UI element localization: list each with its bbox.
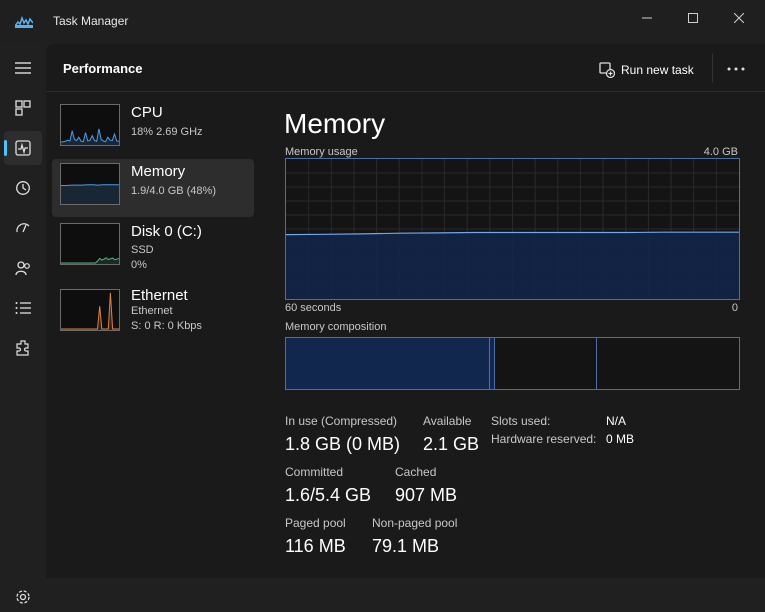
settings-gear-icon xyxy=(15,589,31,605)
header-divider xyxy=(712,54,713,82)
composition-segment-in-use[interactable] xyxy=(286,338,490,389)
run-new-task-label: Run new task xyxy=(621,63,694,77)
details-icon xyxy=(15,301,31,315)
composition-segment-free[interactable] xyxy=(597,338,739,389)
hamburger-menu-icon xyxy=(15,61,31,75)
nav-users[interactable] xyxy=(4,251,42,285)
composition-segment-standby[interactable] xyxy=(496,338,598,389)
memory-usage-plot xyxy=(286,159,739,299)
task-manager-icon xyxy=(15,14,33,28)
window-title: Task Manager xyxy=(53,14,128,28)
available-value: 2.1 GB xyxy=(423,434,479,455)
nav-performance[interactable] xyxy=(4,131,42,165)
nav-menu-button[interactable] xyxy=(4,51,42,85)
processes-icon xyxy=(15,100,31,116)
committed-label: Committed xyxy=(285,465,343,479)
memory-usage-label: Memory usage xyxy=(285,146,358,158)
in-use-label: In use (Compressed) xyxy=(285,414,397,428)
time-range-right: 0 xyxy=(732,302,738,314)
minimize-icon xyxy=(642,13,652,23)
nav-app-history[interactable] xyxy=(4,171,42,205)
device-detail: 18% 2.69 GHz xyxy=(131,126,203,138)
close-button[interactable] xyxy=(716,4,762,32)
slots-used-value: N/A xyxy=(606,414,626,428)
services-icon xyxy=(15,340,31,356)
device-list: CPU 18% 2.69 GHz Memory 1.9/4.0 GB (48%)… xyxy=(46,92,260,578)
non-paged-pool-value: 79.1 MB xyxy=(372,536,439,557)
minimize-button[interactable] xyxy=(624,4,670,32)
slots-used-label: Slots used: xyxy=(491,414,550,428)
device-cpu[interactable]: CPU 18% 2.69 GHz xyxy=(52,100,254,158)
page-header: Performance Run new task xyxy=(46,44,765,92)
thumbnail-line xyxy=(61,129,119,142)
memory-title: Memory xyxy=(284,108,385,140)
app-history-icon xyxy=(15,180,31,196)
users-icon xyxy=(15,260,31,276)
title-bar: Task Manager xyxy=(0,0,765,44)
memory-usage-max: 4.0 GB xyxy=(704,146,738,158)
time-range-left: 60 seconds xyxy=(285,302,341,314)
startup-apps-icon xyxy=(15,220,31,236)
nav-startup-apps[interactable] xyxy=(4,211,42,245)
nav-details[interactable] xyxy=(4,291,42,325)
performance-icon xyxy=(15,140,31,156)
device-name: CPU xyxy=(131,104,163,121)
memory-composition-bar xyxy=(285,337,740,390)
device-disk[interactable]: Disk 0 (C:) SSD 0% xyxy=(52,219,254,277)
device-ethernet[interactable]: Ethernet Ethernet S: 0 R: 0 Kbps xyxy=(52,285,254,343)
nav-services[interactable] xyxy=(4,331,42,365)
page-title: Performance xyxy=(63,61,142,76)
hardware-reserved-label: Hardware reserved: xyxy=(491,432,596,446)
paged-pool-label: Paged pool xyxy=(285,516,346,530)
navigation-rail xyxy=(0,44,46,578)
device-detail: Ethernet xyxy=(131,305,173,317)
memory-panel: Memory Memory usage 4.0 GB 60 seconds 0 … xyxy=(283,92,743,578)
device-thumbnail-graph xyxy=(60,223,120,265)
run-new-task-button[interactable]: Run new task xyxy=(599,59,694,81)
nav-settings[interactable] xyxy=(4,582,42,612)
device-thumbnail-graph xyxy=(60,289,120,331)
in-use-value: 1.8 GB (0 MB) xyxy=(285,434,400,455)
thumbnail-area xyxy=(61,129,119,145)
memory-usage-chart xyxy=(285,158,740,300)
close-icon xyxy=(734,13,744,23)
hardware-reserved-value: 0 MB xyxy=(606,432,634,446)
paged-pool-value: 116 MB xyxy=(285,536,346,557)
non-paged-pool-label: Non-paged pool xyxy=(372,516,457,530)
memory-composition-label: Memory composition xyxy=(285,321,386,333)
device-detail-secondary: S: 0 R: 0 Kbps xyxy=(131,320,202,332)
maximize-button[interactable] xyxy=(670,4,716,32)
more-options-icon xyxy=(727,67,745,71)
content-area: Performance Run new task CPU 18% 2.69 GH… xyxy=(46,44,765,578)
device-thumbnail-graph xyxy=(60,163,120,205)
device-detail-secondary: 0% xyxy=(131,259,147,271)
device-memory[interactable]: Memory 1.9/4.0 GB (48%) xyxy=(52,159,254,217)
device-detail: 1.9/4.0 GB (48%) xyxy=(131,185,216,197)
cached-value: 907 MB xyxy=(395,485,457,506)
device-name: Memory xyxy=(131,163,185,180)
available-label: Available xyxy=(423,414,471,428)
committed-value: 1.6/5.4 GB xyxy=(285,485,371,506)
maximize-icon xyxy=(688,13,698,23)
nav-processes[interactable] xyxy=(4,91,42,125)
device-name: Ethernet xyxy=(131,287,188,304)
run-new-task-icon xyxy=(599,62,615,78)
device-name: Disk 0 (C:) xyxy=(131,223,202,240)
thumbnail-area xyxy=(61,185,119,204)
device-detail: SSD xyxy=(131,244,154,256)
device-thumbnail-graph xyxy=(60,104,120,146)
memory-usage-area xyxy=(286,232,739,299)
more-options-button[interactable] xyxy=(724,58,748,80)
cached-label: Cached xyxy=(395,465,436,479)
